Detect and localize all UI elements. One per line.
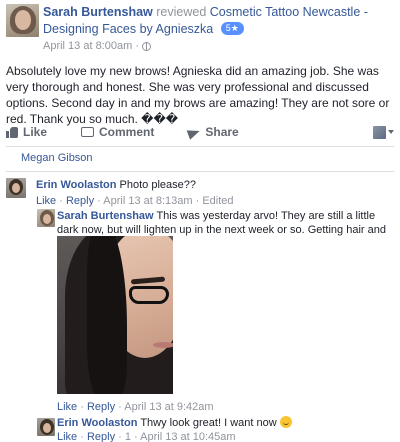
comment: Erin Woolaston Photo please?? Like · Rep… [36, 178, 386, 208]
comment-label: Comment [99, 125, 155, 139]
comment-photo[interactable] [57, 236, 173, 394]
comment-meta: Like · Reply · April 13 at 9:42am [57, 401, 214, 413]
comment-author-link[interactable]: Sarah Burtenshaw [57, 210, 154, 222]
comment-edited-label[interactable]: Edited [202, 195, 233, 207]
rating-value: 5★ [225, 23, 239, 33]
comment-button[interactable]: Comment [81, 125, 154, 139]
comment-reply: Erin Woolaston Thwy look great! I want n… [57, 416, 393, 442]
author-name-link[interactable]: Sarah Burtenshaw [43, 5, 153, 19]
share-arrow-icon [188, 126, 200, 138]
action-bar: Like Comment Share [6, 123, 394, 141]
reaction-count[interactable]: 1 [125, 431, 131, 442]
comment-like-link[interactable]: Like [57, 401, 77, 413]
commenter-avatar[interactable] [37, 209, 55, 227]
comment-timestamp[interactable]: April 13 at 10:45am [140, 431, 235, 442]
comment-meta: Like · Reply · April 13 at 8:13am · Edit… [36, 195, 234, 207]
thumbs-up-icon [6, 126, 18, 138]
action-text: reviewed [156, 5, 207, 19]
post-as-selector[interactable] [373, 125, 394, 139]
share-label: Share [205, 125, 239, 139]
comment-meta: Like · Reply · 1 · April 13 at 10:45am [57, 431, 236, 442]
comment-timestamp[interactable]: April 13 at 9:42am [124, 401, 213, 413]
comment-reply-meta: Like · Reply · April 13 at 9:42am [57, 400, 214, 414]
like-label: Like [23, 125, 48, 139]
comment-icon [81, 127, 95, 137]
post-timestamp[interactable]: April 13 at 8:00am [43, 40, 132, 52]
post-header-text: Sarah Burtenshaw reviewed Cosmetic Tatto… [43, 4, 393, 38]
commenter-avatar[interactable] [37, 418, 55, 436]
smiling-face-emoji-icon [279, 416, 292, 428]
share-button[interactable]: Share [188, 125, 238, 139]
post-header: Sarah Burtenshaw reviewed Cosmetic Tatto… [6, 4, 396, 54]
post-meta: April 13 at 8:00am · [43, 40, 151, 52]
comment-author-link[interactable]: Erin Woolaston [36, 179, 116, 191]
comment-reply-link[interactable]: Reply [66, 195, 94, 207]
comment-reply-link[interactable]: Reply [87, 431, 115, 442]
globe-icon [141, 41, 151, 51]
comment-like-link[interactable]: Like [57, 431, 77, 442]
comment-text: Photo please?? [119, 179, 196, 191]
comment-author-link[interactable]: Erin Woolaston [57, 417, 137, 429]
divider [6, 171, 394, 172]
post-body: Absolutely love my new brows! Agnieska d… [6, 64, 390, 126]
liked-by-link[interactable]: Megan Gibson [21, 152, 93, 164]
rating-badge: 5★ [220, 22, 244, 35]
divider [6, 146, 394, 147]
comment-text: Thwy look great! I want now [140, 417, 277, 429]
author-avatar[interactable] [6, 4, 39, 37]
chevron-down-icon [388, 130, 394, 134]
like-button[interactable]: Like [6, 125, 47, 139]
comment-timestamp[interactable]: April 13 at 8:13am [103, 195, 192, 207]
comment-reply-link[interactable]: Reply [87, 401, 115, 413]
comment-like-link[interactable]: Like [36, 195, 56, 207]
meta-separator: · [135, 40, 139, 52]
viewer-avatar [373, 125, 386, 139]
commenter-avatar[interactable] [6, 178, 26, 198]
